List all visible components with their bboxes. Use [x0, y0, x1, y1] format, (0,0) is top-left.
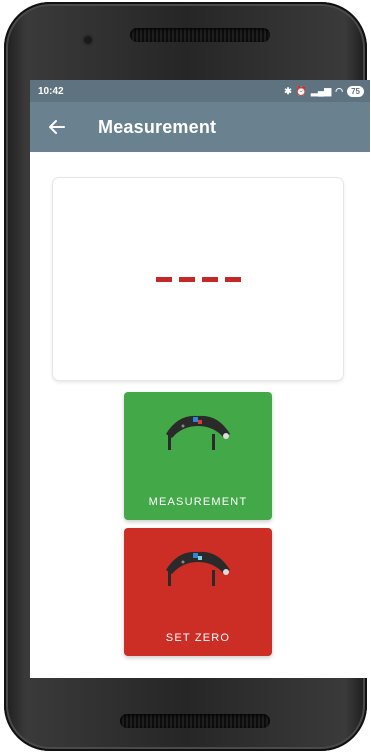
caliper-device-icon: [166, 551, 230, 586]
measurement-button[interactable]: MEASUREMENT: [124, 392, 272, 520]
back-arrow-icon[interactable]: [46, 116, 68, 138]
status-bar: 10:42 ✱ ⏰ ▂▄▆ ◠ 75: [30, 80, 370, 102]
wifi-icon: ◠: [335, 85, 344, 96]
measurement-button-label: MEASUREMENT: [148, 496, 248, 508]
caliper-device-icon: [166, 415, 230, 450]
bluetooth-icon: ✱: [284, 85, 292, 96]
status-icons: ✱ ⏰ ▂▄▆ ◠ 75: [284, 85, 364, 97]
reading-placeholder: [155, 276, 241, 282]
app-screen: 10:42 ✱ ⏰ ▂▄▆ ◠ 75 Measurement MEASUREME…: [30, 80, 370, 678]
earpiece-speaker: [130, 28, 270, 42]
app-bar: Measurement: [30, 102, 370, 152]
front-camera: [84, 36, 92, 44]
bottom-speaker: [120, 714, 270, 728]
set-zero-button-label: SET ZERO: [165, 632, 231, 644]
measurement-display: [53, 178, 343, 380]
alarm-icon: ⏰: [295, 85, 307, 96]
phone-frame: 10:42 ✱ ⏰ ▂▄▆ ◠ 75 Measurement MEASUREME…: [4, 2, 370, 751]
set-zero-button[interactable]: SET ZERO: [124, 528, 272, 656]
page-title: Measurement: [98, 117, 217, 137]
status-time: 10:42: [38, 85, 64, 97]
battery-icon: 75: [347, 85, 364, 97]
signal-icon: ▂▄▆: [311, 85, 332, 96]
